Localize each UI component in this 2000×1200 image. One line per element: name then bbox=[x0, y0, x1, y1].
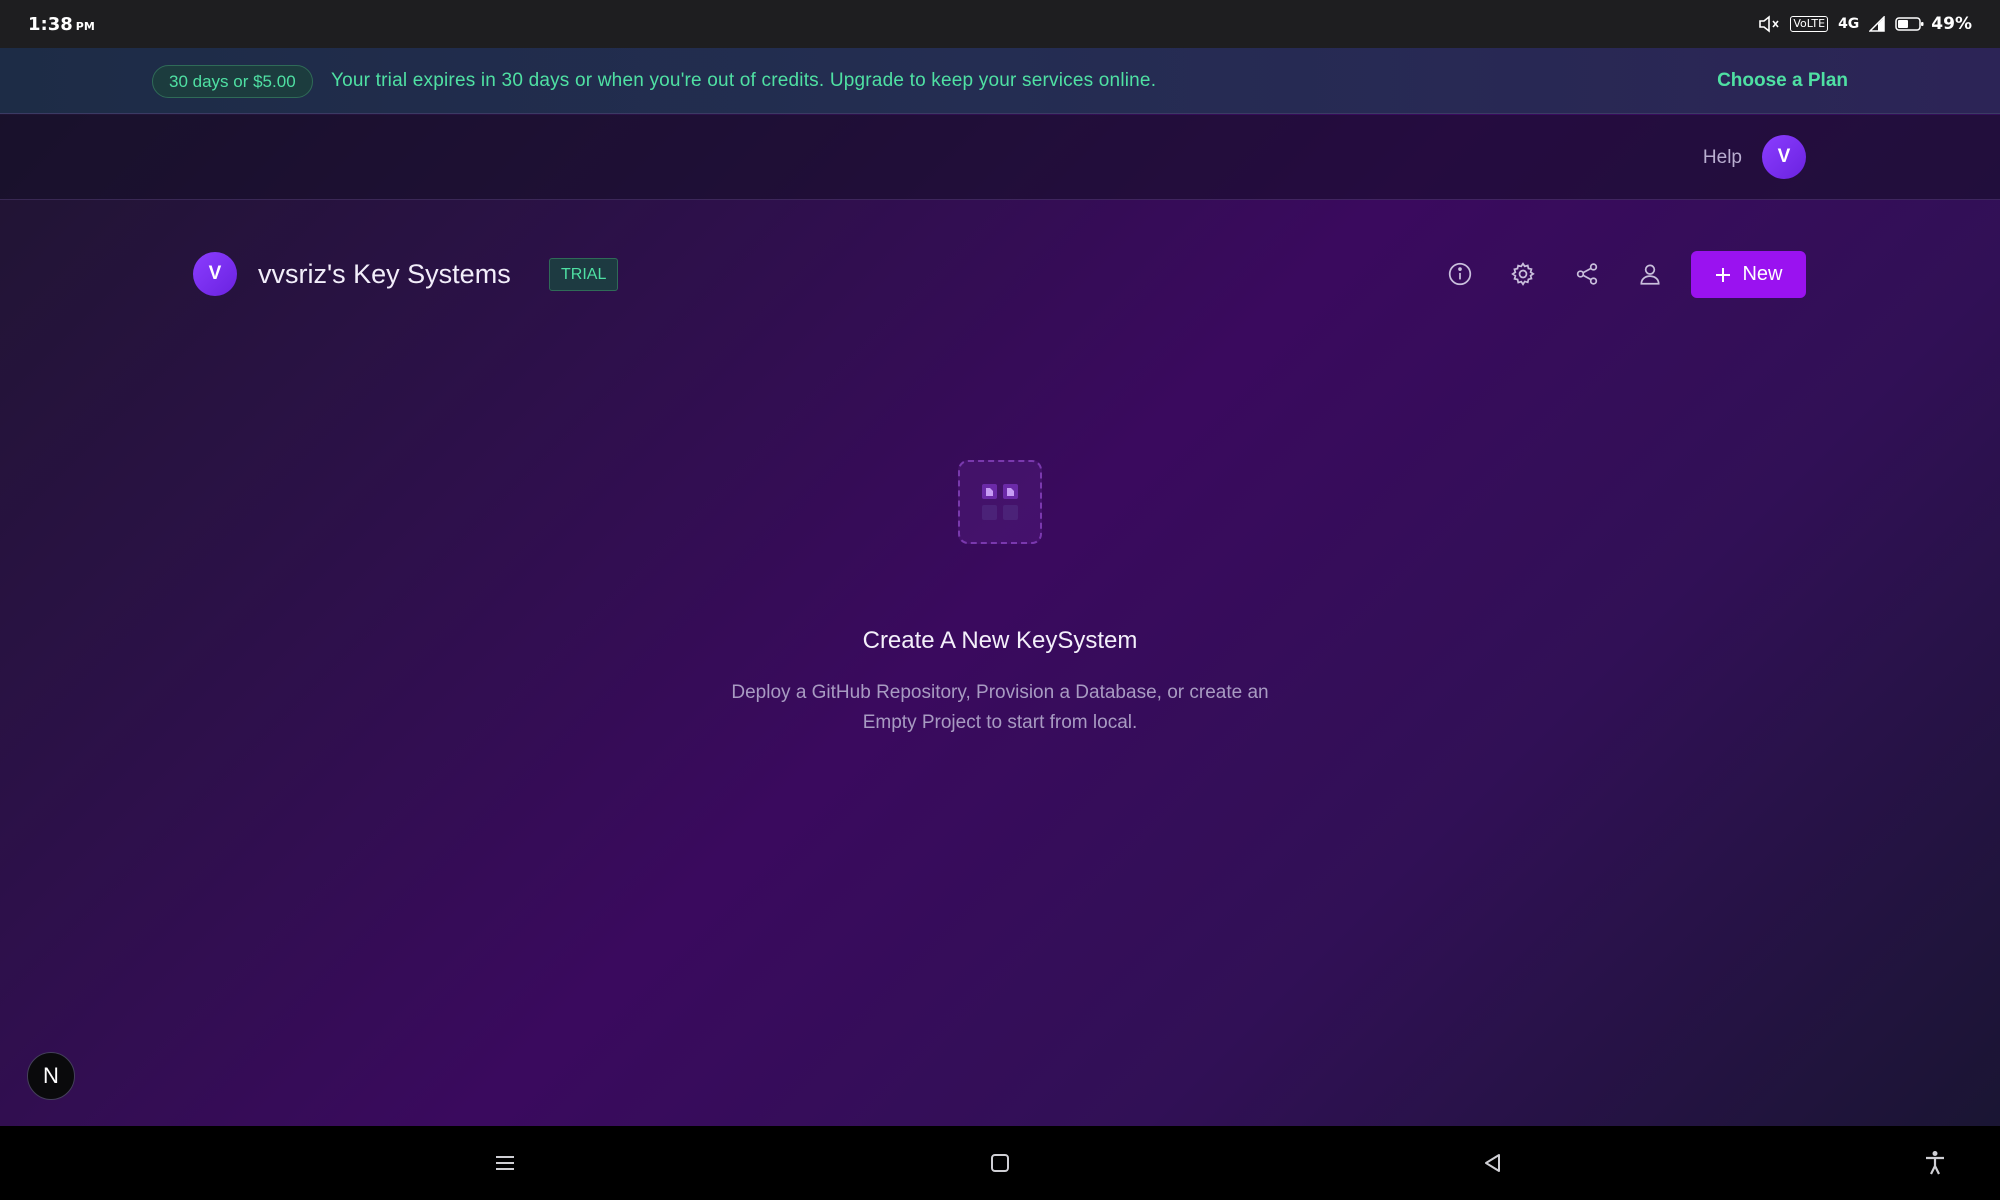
empty-state-description-line: Empty Project to start from local. bbox=[862, 712, 1138, 733]
battery-percent: 49% bbox=[1931, 14, 1972, 34]
square-icon bbox=[991, 1154, 1009, 1172]
user-icon bbox=[1640, 264, 1660, 285]
gear-icon bbox=[1511, 262, 1535, 286]
settings-button[interactable] bbox=[1505, 256, 1541, 292]
share-button[interactable] bbox=[1569, 256, 1605, 292]
status-time-suffix: PM bbox=[75, 19, 95, 33]
battery-icon bbox=[1895, 17, 1924, 31]
trial-message: Your trial expires in 30 days or when yo… bbox=[331, 70, 1157, 91]
battery: 49% bbox=[1895, 14, 1972, 34]
system-nav-bar bbox=[0, 1126, 2000, 1200]
blocks-icon bbox=[982, 484, 1018, 520]
menu-icon bbox=[496, 1156, 514, 1170]
floating-n-button[interactable]: N bbox=[27, 1052, 75, 1100]
members-button[interactable] bbox=[1632, 256, 1668, 292]
back-button[interactable] bbox=[1474, 1144, 1512, 1182]
new-button[interactable]: New bbox=[1691, 251, 1806, 298]
user-avatar[interactable]: V bbox=[1762, 135, 1806, 179]
project-header: V vvsriz's Key Systems TRIAL New bbox=[0, 244, 2000, 304]
plus-icon bbox=[1716, 267, 1731, 282]
status-time: 1:38 PM bbox=[28, 14, 95, 35]
status-bar: 1:38 PM VoLTE 4G 49% bbox=[0, 0, 2000, 48]
signal-icon bbox=[1869, 16, 1886, 32]
status-time-value: 1:38 bbox=[28, 13, 73, 35]
home-button[interactable] bbox=[981, 1144, 1019, 1182]
status-icons: VoLTE 4G 49% bbox=[1758, 14, 1972, 34]
back-triangle-icon bbox=[1485, 1154, 1500, 1172]
mute-icon bbox=[1758, 15, 1780, 33]
screen: 1:38 PM VoLTE 4G 49% 30 days or $5.00 You… bbox=[0, 0, 2000, 1200]
recents-button[interactable] bbox=[486, 1144, 524, 1182]
project-title: vvsriz's Key Systems bbox=[258, 258, 511, 289]
accessibility-icon bbox=[1926, 1151, 1944, 1175]
info-icon bbox=[1448, 262, 1472, 286]
trial-pill: 30 days or $5.00 bbox=[152, 65, 313, 98]
choose-plan-link[interactable]: Choose a Plan bbox=[1717, 48, 1848, 114]
trial-banner: 30 days or $5.00 Your trial expires in 3… bbox=[0, 48, 2000, 114]
empty-state-description-line: Deploy a GitHub Repository, Provision a … bbox=[731, 682, 1269, 703]
volte-badge: VoLTE bbox=[1790, 16, 1829, 32]
empty-state-description: Deploy a GitHub Repository, Provision a … bbox=[700, 678, 1300, 738]
empty-state-title: Create A New KeySystem bbox=[862, 627, 1138, 654]
project-avatar: V bbox=[193, 252, 237, 296]
share-icon bbox=[1576, 263, 1598, 285]
network-type: 4G bbox=[1838, 16, 1860, 32]
top-header: Help V bbox=[0, 115, 2000, 200]
accessibility-button[interactable] bbox=[1916, 1144, 1954, 1182]
new-button-label: New bbox=[1742, 263, 1783, 285]
info-button[interactable] bbox=[1442, 256, 1478, 292]
app-viewport: 30 days or $5.00 Your trial expires in 3… bbox=[0, 48, 2000, 1126]
trial-badge: TRIAL bbox=[549, 258, 619, 291]
empty-state-icon bbox=[958, 460, 1042, 544]
help-link[interactable]: Help bbox=[1703, 115, 1742, 200]
